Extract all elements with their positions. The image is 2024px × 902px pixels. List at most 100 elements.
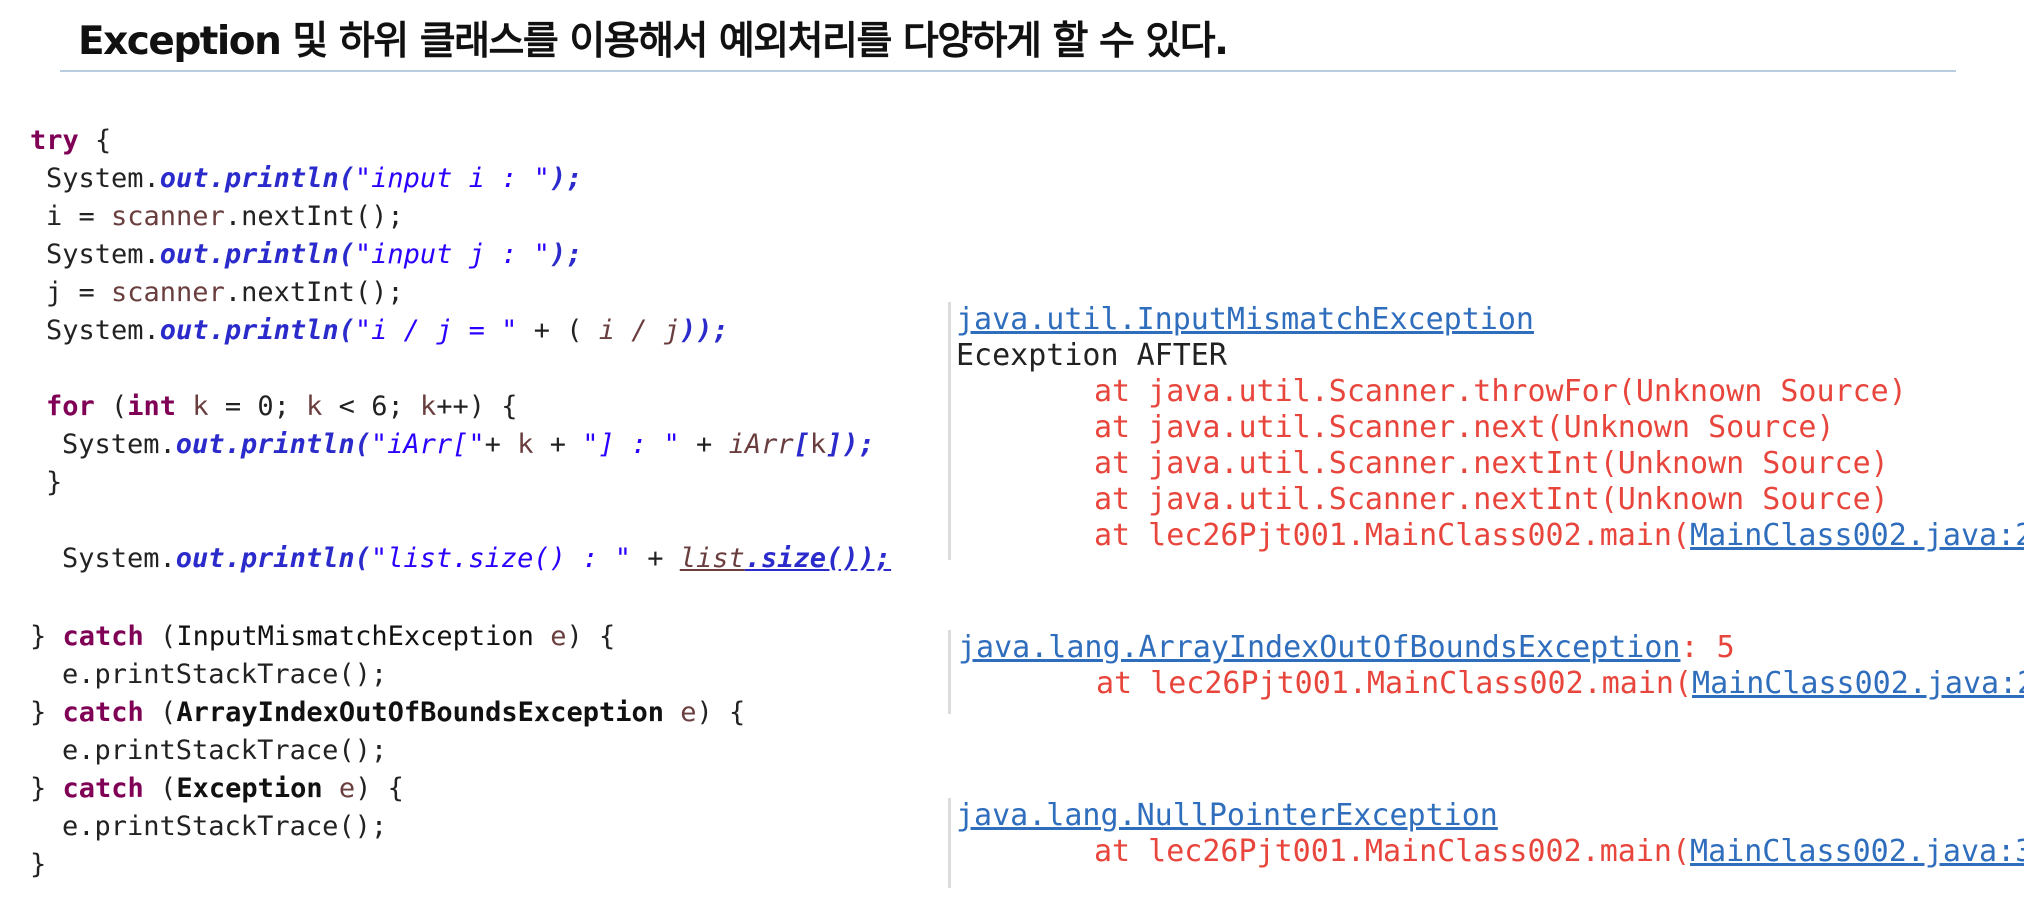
code-text: System. [46, 239, 160, 270]
console-gutter [948, 798, 951, 888]
code-text: = 0; [208, 391, 307, 422]
code-text: < 6; [322, 391, 420, 422]
code-text: } [30, 773, 63, 804]
stack-frame-text: at lec26Pjt001.MainClass002.main( [1094, 518, 1691, 553]
source-link[interactable]: MainClass002.java:32 [1690, 834, 2024, 869]
code-line-catch-array-index: } catch (ArrayIndexOutOfBoundsException … [30, 694, 745, 732]
console-gutter [948, 630, 951, 714]
code-type: ArrayIndexOutOfBoundsException [176, 697, 664, 728]
page-title: Exception 및 하위 클래스를 이용해서 예외처리를 다양하게 할 수 … [78, 19, 1229, 64]
code-line-catch-input-mismatch: } catch (InputMismatchException e) { [30, 618, 615, 656]
code-variable: k [192, 391, 209, 422]
console-gutter [948, 302, 951, 560]
code-variable: k [809, 429, 827, 460]
code-text: System. [62, 429, 176, 460]
code-variable: iArr [728, 429, 794, 460]
code-line-print-stack-1: e.printStackTrace(); [62, 656, 387, 694]
code-variable: scanner [111, 277, 225, 308]
stack-frame: at java.util.Scanner.nextInt(Unknown Sou… [1094, 446, 1889, 481]
stack-frame: at lec26Pjt001.MainClass002.main(MainCla… [1094, 518, 2024, 554]
code-line-for: for (int k = 0; k < 6; k++) { [46, 388, 518, 426]
code-text: e.printStackTrace(); [62, 659, 388, 690]
code-text: + [679, 429, 729, 460]
exception-link[interactable]: java.lang.NullPointerException [956, 798, 1498, 834]
code-variable: k [419, 391, 437, 422]
code-line-print-input-i: System.out.println("input i : "); [46, 160, 582, 198]
code-type: Exception [176, 773, 323, 804]
code-line-read-j: j = scanner.nextInt(); [46, 274, 404, 312]
code-string: "list.size() : " [370, 543, 631, 574]
exception-line: java.lang.ArrayIndexOutOfBoundsException… [958, 630, 1735, 666]
code-text: } [30, 697, 63, 728]
code-method: [ [793, 429, 810, 460]
code-text: System. [46, 315, 160, 346]
code-line-catch-exception: } catch (Exception e) { [30, 770, 404, 808]
code-text: ( [143, 697, 177, 728]
code-line-print-division: System.out.println("i / j = " + ( i / j)… [46, 312, 729, 350]
code-line-print-stack-3: e.printStackTrace(); [62, 808, 387, 846]
code-method: out.println( [175, 543, 371, 574]
code-variable: scanner [111, 201, 225, 232]
code-variable: e [322, 773, 356, 804]
exception-link[interactable]: java.lang.ArrayIndexOutOfBoundsException [958, 630, 1680, 665]
code-line-read-i: i = scanner.nextInt(); [46, 198, 404, 236]
code-method: ); [549, 239, 583, 270]
console-message: Ecexption AFTER [956, 338, 1227, 373]
code-text: + [533, 429, 583, 460]
code-text: } [46, 467, 63, 498]
code-variable: i / j [598, 315, 680, 346]
code-text: ) { [355, 773, 404, 804]
keyword-catch: catch [62, 621, 144, 652]
code-text: e.printStackTrace(); [62, 811, 388, 842]
stack-frame-text: at lec26Pjt001.MainClass002.main( [1096, 666, 1693, 701]
code-variable: e [663, 697, 697, 728]
code-string: "input i : " [354, 163, 550, 194]
title-divider [60, 70, 1956, 72]
code-line-close-try: } [30, 846, 46, 884]
source-link[interactable]: MainClass002.java:25 [1690, 518, 2024, 553]
stack-frame-text: at lec26Pjt001.MainClass002.main( [1094, 834, 1691, 869]
code-variable: e [533, 621, 567, 652]
code-type: InputMismatchException [176, 621, 534, 652]
code-text: i = [46, 201, 112, 232]
stack-frame: at java.util.Scanner.next(Unknown Source… [1094, 410, 1835, 445]
code-text: e.printStackTrace(); [62, 735, 388, 766]
code-string: "i / j = " [354, 315, 518, 346]
keyword-try: try [30, 125, 79, 156]
stack-frame: at java.util.Scanner.nextInt(Unknown Sou… [1094, 482, 1889, 517]
keyword-catch: catch [62, 773, 144, 804]
code-string: "input j : " [354, 239, 550, 270]
code-variable: k [517, 429, 534, 460]
code-line-close-for: } [46, 464, 62, 502]
code-text: System. [46, 163, 160, 194]
code-variable: k [306, 391, 323, 422]
code-text: } [30, 621, 63, 652]
code-line-try: try { [30, 122, 111, 160]
code-method: ]); [826, 429, 875, 460]
code-text: + [630, 543, 680, 574]
code-method: out.println( [159, 315, 355, 346]
code-line-print-stack-2: e.printStackTrace(); [62, 732, 387, 770]
keyword-for: for [46, 391, 95, 422]
code-method: out.println( [175, 429, 371, 460]
code-method: ); [549, 163, 583, 194]
stack-frame: at lec26Pjt001.MainClass002.main(MainCla… [1096, 666, 2024, 702]
source-link[interactable]: MainClass002.java:29 [1692, 666, 2024, 701]
exception-link[interactable]: java.util.InputMismatchException [956, 302, 1534, 338]
code-text: ) { [696, 697, 746, 728]
code-line-print-iarr: System.out.println("iArr["+ k + "] : " +… [62, 426, 875, 464]
code-text: .nextInt(); [224, 201, 404, 232]
code-text: { [78, 125, 112, 156]
code-text: ) { [566, 621, 616, 652]
code-text: .nextInt(); [224, 277, 404, 308]
stack-frame: at lec26Pjt001.MainClass002.main(MainCla… [1094, 834, 2024, 870]
keyword-int: int [127, 391, 177, 422]
code-method: .size()); [744, 543, 892, 574]
code-text: System. [62, 543, 176, 574]
code-method: out.println( [159, 163, 355, 194]
code-text: ( [143, 773, 177, 804]
code-string: "] : " [582, 429, 680, 460]
code-method: )); [680, 315, 729, 346]
keyword-catch: catch [62, 697, 144, 728]
code-text: ++) { [436, 391, 518, 422]
